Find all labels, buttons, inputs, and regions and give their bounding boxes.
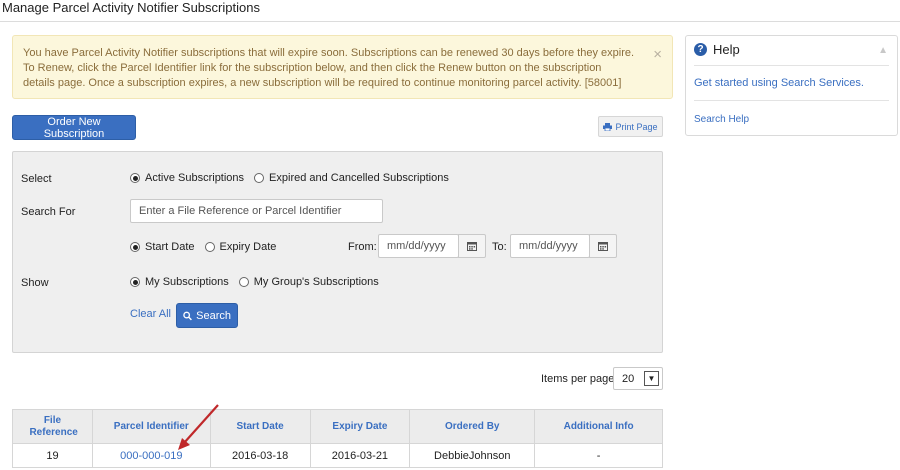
select-radio-group: Active Subscriptions Expired and Cancell…	[130, 172, 459, 184]
radio-button[interactable]	[254, 173, 265, 183]
table-row: 19 000-000-019 2016-03-18 2016-03-21 Deb…	[12, 443, 663, 468]
to-date-input[interactable]: mm/dd/yyyy	[510, 234, 590, 258]
print-page-label: Print Page	[615, 121, 658, 132]
date-type-radio-group: Start Date Expiry Date	[130, 241, 286, 253]
calendar-icon	[467, 242, 477, 251]
search-help-link[interactable]: Search Help	[694, 114, 749, 125]
chevron-up-icon[interactable]: ▲	[878, 45, 888, 56]
from-date-input[interactable]: mm/dd/yyyy	[378, 234, 459, 258]
from-label: From:	[348, 241, 377, 253]
subscriptions-table: File Reference Parcel Identifier Start D…	[12, 409, 663, 468]
search-input[interactable]: Enter a File Reference or Parcel Identif…	[130, 199, 383, 223]
items-per-page-value: 20	[622, 372, 635, 385]
radio-button[interactable]	[204, 242, 215, 252]
show-label: Show	[21, 277, 49, 289]
table-header-row: File Reference Parcel Identifier Start D…	[12, 409, 663, 444]
search-button[interactable]: Search	[176, 303, 238, 328]
cell-file-reference: 19	[12, 443, 93, 468]
chevron-down-icon[interactable]: ▼	[644, 371, 659, 386]
help-divider	[694, 65, 889, 66]
radio-start-date[interactable]: Start Date	[130, 241, 195, 253]
page-title: Manage Parcel Activity Notifier Subscrip…	[2, 0, 260, 15]
select-label: Select	[21, 173, 52, 185]
cell-additional-info: -	[534, 443, 663, 468]
clear-all-link[interactable]: Clear All	[130, 308, 171, 320]
items-per-page-select[interactable]: 20 ▼	[613, 367, 663, 390]
column-header[interactable]: Parcel Identifier	[91, 409, 211, 444]
to-calendar-button[interactable]	[589, 234, 617, 258]
column-header[interactable]: Ordered By	[409, 409, 536, 444]
radio-expiry-date[interactable]: Expiry Date	[204, 241, 276, 253]
from-calendar-button[interactable]	[458, 234, 486, 258]
expiry-alert: You have Parcel Activity Notifier subscr…	[12, 35, 673, 99]
column-header[interactable]: Start Date	[209, 409, 311, 444]
question-icon: ?	[694, 43, 707, 56]
help-title: Help	[713, 42, 740, 57]
items-per-page-label: Items per page	[541, 373, 615, 385]
cell-ordered-by: DebbieJohnson	[409, 443, 536, 468]
search-icon	[183, 311, 192, 320]
title-divider	[0, 21, 900, 22]
order-new-subscription-button[interactable]: Order New Subscription	[12, 115, 136, 140]
search-panel: Select Active Subscriptions Expired and …	[12, 151, 663, 353]
to-label: To:	[492, 241, 507, 253]
printer-icon	[603, 122, 613, 131]
radio-button-checked[interactable]	[130, 242, 140, 252]
radio-my-subscriptions[interactable]: My Subscriptions	[130, 276, 229, 288]
search-for-label: Search For	[21, 206, 76, 218]
radio-button[interactable]	[238, 277, 249, 287]
column-header[interactable]: Additional Info	[534, 409, 663, 444]
close-icon[interactable]: ×	[653, 47, 662, 62]
show-radio-group: My Subscriptions My Group's Subscription…	[130, 276, 389, 288]
radio-group-subscriptions[interactable]: My Group's Subscriptions	[238, 276, 379, 288]
help-divider	[694, 100, 889, 101]
radio-active-subscriptions[interactable]: Active Subscriptions	[130, 172, 244, 184]
calendar-icon	[598, 242, 608, 251]
help-panel: ? Help ▲ Get started using Search Servic…	[685, 35, 898, 136]
print-page-button[interactable]: Print Page	[598, 116, 663, 137]
parcel-identifier-link[interactable]: 000-000-019	[120, 450, 182, 462]
help-header: ? Help	[694, 42, 740, 57]
cell-expiry-date: 2016-03-21	[309, 443, 411, 468]
help-get-started-link[interactable]: Get started using Search Services.	[694, 77, 864, 89]
cell-parcel-identifier: 000-000-019	[91, 443, 211, 468]
alert-message: You have Parcel Activity Notifier subscr…	[23, 47, 635, 89]
column-header[interactable]: File Reference	[12, 409, 93, 444]
column-header[interactable]: Expiry Date	[309, 409, 411, 444]
radio-button-checked[interactable]	[130, 173, 140, 183]
radio-expired-cancelled[interactable]: Expired and Cancelled Subscriptions	[254, 172, 449, 184]
cell-start-date: 2016-03-18	[209, 443, 311, 468]
radio-button-checked[interactable]	[130, 277, 140, 287]
